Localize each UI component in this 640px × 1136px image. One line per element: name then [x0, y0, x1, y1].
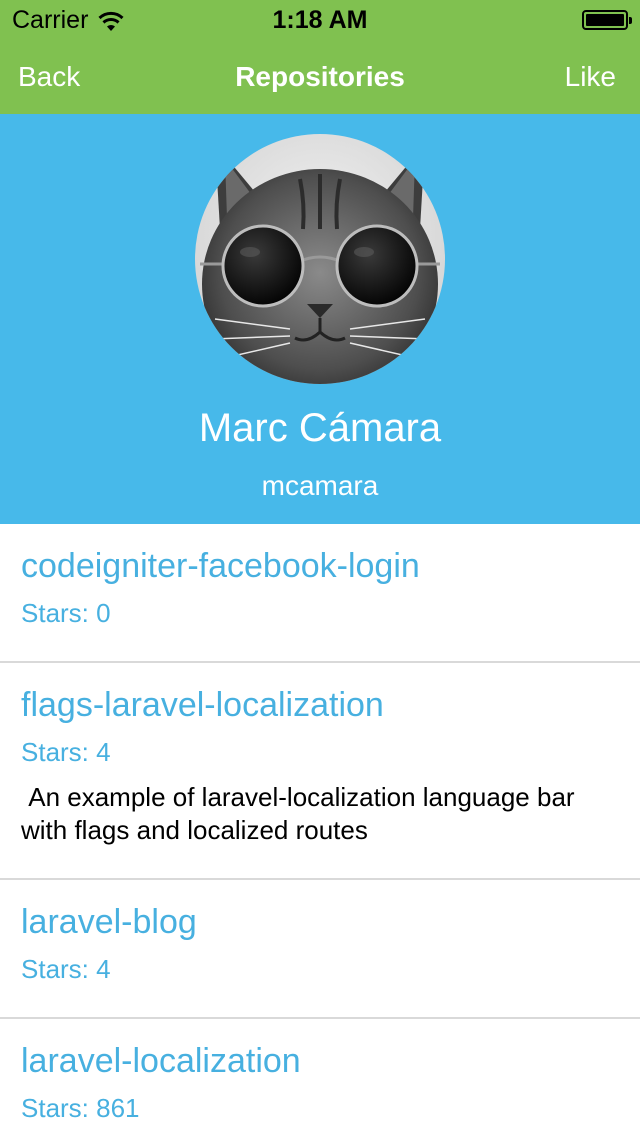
repository-list: codeigniter-facebook-login Stars: 0 flag… [0, 524, 640, 1136]
page-title: Repositories [235, 61, 405, 92]
status-time: 1:18 AM [272, 6, 368, 34]
cat-with-sunglasses-avatar-icon [195, 134, 445, 384]
navigation-bar: Back Repositories Like [0, 40, 640, 114]
repository-name: codeigniter-facebook-login [21, 547, 420, 585]
status-bar: Carrier 1:18 AM [0, 0, 640, 40]
profile-username: mcamara [261, 470, 379, 501]
repository-name: flags-laravel-localization [21, 686, 384, 724]
repository-row[interactable]: flags-laravel-localization Stars: 4 An e… [0, 663, 640, 880]
repository-stars: Stars: 4 [21, 737, 111, 767]
repository-stars: Stars: 861 [21, 1093, 140, 1123]
profile-name: Marc Cámara [198, 406, 442, 450]
profile-header: Marc Cámara mcamara [0, 114, 640, 524]
repository-row[interactable]: laravel-localization Stars: 861 [0, 1019, 640, 1136]
repository-name: laravel-blog [21, 903, 197, 941]
repository-description: An example of laravel-localization langu… [21, 782, 582, 845]
repository-row[interactable]: laravel-blog Stars: 4 [0, 880, 640, 1019]
repository-name: laravel-localization [21, 1042, 301, 1080]
like-button[interactable]: Like [565, 61, 616, 93]
avatar [195, 134, 445, 384]
repository-stars: Stars: 0 [21, 598, 111, 628]
back-button[interactable]: Back [18, 61, 80, 93]
repository-stars: Stars: 4 [21, 954, 111, 984]
repository-row[interactable]: codeigniter-facebook-login Stars: 0 [0, 524, 640, 663]
battery-icon [582, 10, 632, 30]
